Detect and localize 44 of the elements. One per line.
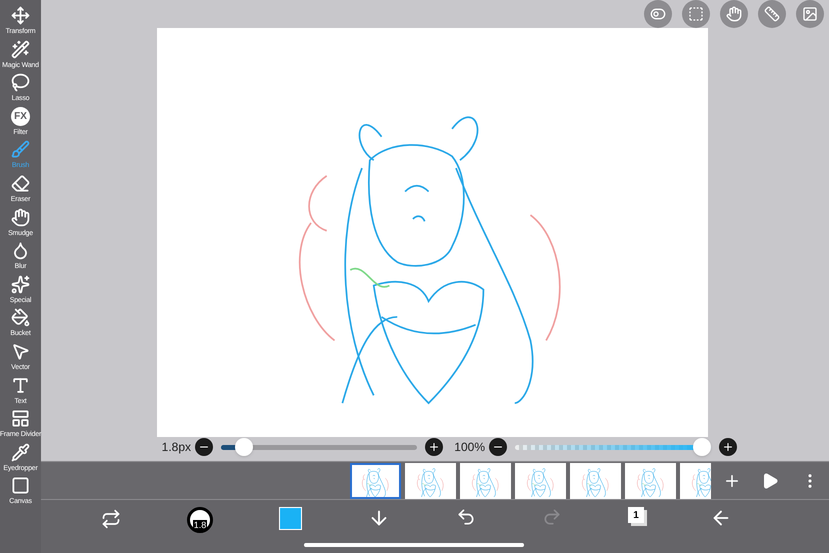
tool-icon <box>11 40 30 59</box>
image-icon <box>802 6 818 22</box>
tool-icon <box>11 476 30 496</box>
tool-icon <box>11 376 30 395</box>
plus-button[interactable] <box>425 438 443 456</box>
color-swatch[interactable] <box>279 507 302 530</box>
plus-icon <box>428 441 440 453</box>
tool-icon <box>11 442 30 462</box>
brush-size-button[interactable]: 1.8 <box>187 507 213 533</box>
tool-icon <box>11 274 30 294</box>
tool-icon <box>11 73 30 92</box>
plus-button[interactable] <box>719 438 737 456</box>
brush-size-slider[interactable] <box>221 438 417 456</box>
selection-button[interactable] <box>682 0 710 28</box>
tool-icon <box>11 409 30 428</box>
ruler-icon <box>764 6 780 22</box>
opacity-slider[interactable] <box>515 438 711 456</box>
slider-thumb[interactable] <box>693 438 711 456</box>
image-button[interactable] <box>796 0 824 28</box>
tool-icon <box>11 342 30 361</box>
toggle-icon <box>650 6 666 22</box>
ruler-button[interactable] <box>758 0 786 28</box>
slider-thumb[interactable] <box>235 438 254 456</box>
undo-icon[interactable] <box>456 507 476 527</box>
opacity-reading: 100% <box>453 439 485 456</box>
swap-icon[interactable] <box>101 509 121 529</box>
toggle-button[interactable] <box>644 0 672 28</box>
selection-icon <box>688 6 704 22</box>
tool-icon <box>11 208 30 227</box>
tool-icon <box>11 308 30 328</box>
tool-icon <box>11 241 30 260</box>
play-icon[interactable] <box>761 472 779 490</box>
tool-icon <box>11 6 30 25</box>
minus-button[interactable] <box>489 438 507 456</box>
brush-size-reading: 1.8px <box>160 439 191 456</box>
tool-icon <box>11 174 30 193</box>
frame-thumbnail[interactable] <box>350 462 401 498</box>
minus-button[interactable] <box>195 438 213 456</box>
hand-icon <box>726 6 742 22</box>
fx-badge: FX <box>11 106 30 126</box>
plus-icon <box>722 441 734 453</box>
tool-icon <box>11 140 30 160</box>
hand-button[interactable] <box>720 0 748 28</box>
layers-button[interactable]: 1 <box>628 507 644 523</box>
